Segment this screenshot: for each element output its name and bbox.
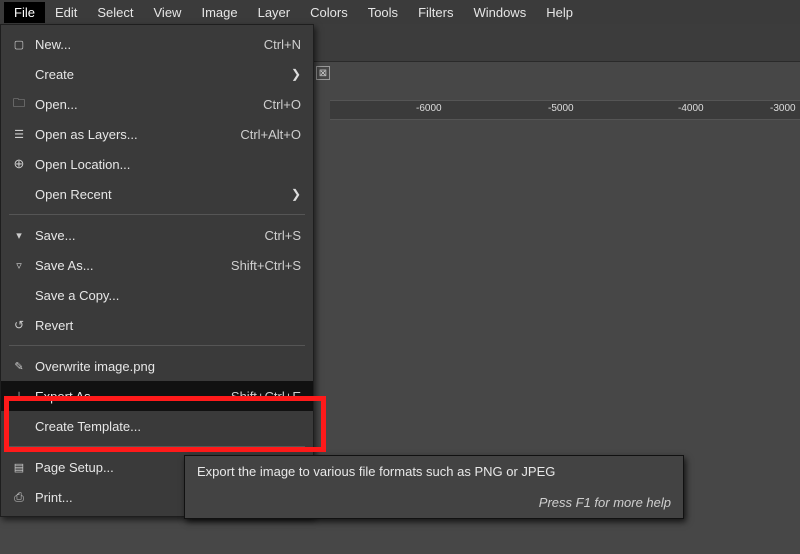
horizontal-ruler: -6000-5000-4000-3000 [330, 100, 800, 120]
blank-icon [9, 185, 29, 203]
menu-item-create[interactable]: Create❯ [1, 59, 313, 89]
menu-item-label: Save a Copy... [29, 288, 301, 303]
blank-icon [9, 417, 29, 435]
menu-item-shortcut: Ctrl+Alt+O [240, 127, 301, 142]
menu-colors[interactable]: Colors [300, 2, 358, 23]
revert-icon [9, 316, 29, 334]
tooltip-text: Export the image to various file formats… [197, 464, 671, 479]
doc-icon [9, 35, 29, 53]
menu-item-label: Overwrite image.png [29, 359, 301, 374]
menu-view[interactable]: View [144, 2, 192, 23]
menu-item-open[interactable]: Open...Ctrl+O [1, 89, 313, 119]
menu-item-label: Open Recent [29, 187, 289, 202]
menu-item-label: New... [29, 37, 264, 52]
menu-select[interactable]: Select [87, 2, 143, 23]
folder-icon [9, 95, 29, 113]
tooltip: Export the image to various file formats… [184, 455, 684, 519]
menu-item-label: Save As... [29, 258, 231, 273]
menu-windows[interactable]: Windows [463, 2, 536, 23]
menu-item-save-as[interactable]: Save As...Shift+Ctrl+S [1, 250, 313, 280]
menu-separator [9, 214, 305, 215]
menu-layer[interactable]: Layer [248, 2, 301, 23]
menu-tools[interactable]: Tools [358, 2, 408, 23]
menu-item-label: Open... [29, 97, 263, 112]
menu-item-export-as[interactable]: Export As...Shift+Ctrl+E [1, 381, 313, 411]
chevron-right-icon: ❯ [289, 67, 301, 81]
menu-item-save[interactable]: Save...Ctrl+S [1, 220, 313, 250]
globe-icon [9, 155, 29, 173]
menu-item-save-a-copy[interactable]: Save a Copy... [1, 280, 313, 310]
tab-close-button[interactable]: ⊠ [316, 66, 330, 80]
file-menu-dropdown: New...Ctrl+NCreate❯Open...Ctrl+OOpen as … [0, 24, 314, 517]
menu-item-new[interactable]: New...Ctrl+N [1, 29, 313, 59]
menu-item-label: Revert [29, 318, 301, 333]
chevron-right-icon: ❯ [289, 187, 301, 201]
menu-filters[interactable]: Filters [408, 2, 463, 23]
menu-item-shortcut: Ctrl+S [265, 228, 301, 243]
layers-icon [9, 125, 29, 143]
menu-item-shortcut: Ctrl+O [263, 97, 301, 112]
menu-item-shortcut: Ctrl+N [264, 37, 301, 52]
menu-item-label: Save... [29, 228, 265, 243]
menu-item-shortcut: Shift+Ctrl+E [231, 389, 301, 404]
overwrite-icon [9, 357, 29, 375]
menu-separator [9, 446, 305, 447]
menu-item-create-template[interactable]: Create Template... [1, 411, 313, 441]
pagesetup-icon [9, 458, 29, 476]
menu-item-revert[interactable]: Revert [1, 310, 313, 340]
blank-icon [9, 286, 29, 304]
menu-item-open-location[interactable]: Open Location... [1, 149, 313, 179]
menu-image[interactable]: Image [191, 2, 247, 23]
menu-item-label: Open Location... [29, 157, 301, 172]
ruler-ticks [330, 105, 800, 119]
menu-separator [9, 345, 305, 346]
menu-item-overwrite-image-png[interactable]: Overwrite image.png [1, 351, 313, 381]
save-icon [9, 226, 29, 244]
menu-file[interactable]: File [4, 2, 45, 23]
menu-item-shortcut: Shift+Ctrl+S [231, 258, 301, 273]
menu-item-open-recent[interactable]: Open Recent❯ [1, 179, 313, 209]
blank-icon [9, 65, 29, 83]
menu-edit[interactable]: Edit [45, 2, 87, 23]
menu-item-label: Create [29, 67, 289, 82]
menu-item-label: Create Template... [29, 419, 301, 434]
menu-item-label: Open as Layers... [29, 127, 240, 142]
menu-item-open-as-layers[interactable]: Open as Layers...Ctrl+Alt+O [1, 119, 313, 149]
print-icon [9, 488, 29, 506]
export-icon [9, 387, 29, 405]
menu-help[interactable]: Help [536, 2, 583, 23]
saveas-icon [9, 256, 29, 274]
menubar: FileEditSelectViewImageLayerColorsToolsF… [0, 0, 800, 24]
tooltip-help-text: Press F1 for more help [197, 495, 671, 510]
menu-item-label: Export As... [29, 389, 231, 404]
